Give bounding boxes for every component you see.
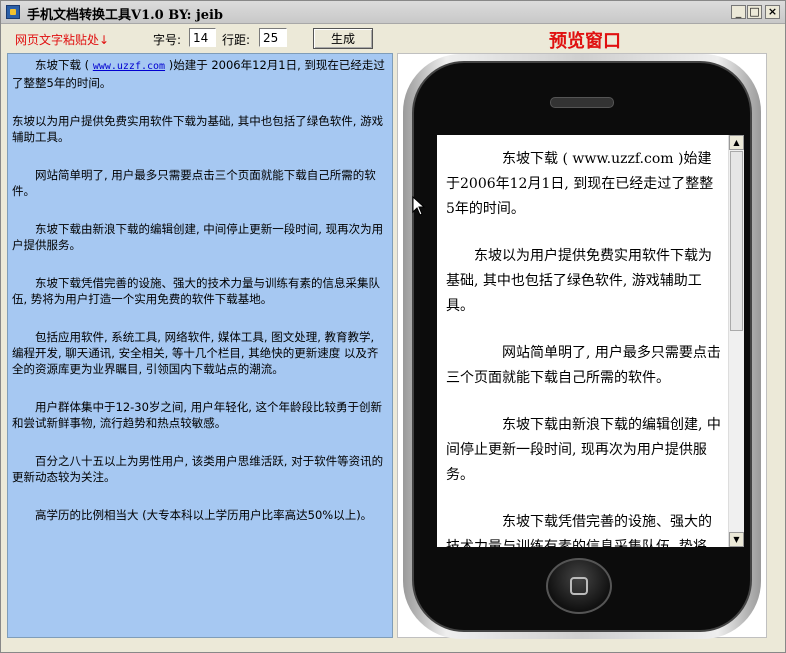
input-paragraph: 东坡下载由新浪下载的编辑创建, 中间停止更新一段时间, 现再次为用户提供服务。 <box>12 222 384 252</box>
home-square-icon <box>570 577 588 595</box>
mouse-cursor-icon <box>412 196 426 216</box>
paste-text-area[interactable]: 东坡下载 ( www.uzzf.com )始建于 2006年12月1日, 到现在… <box>7 53 393 638</box>
input-paragraph: 包括应用软件, 系统工具, 网络软件, 媒体工具, 图文处理, 教育教学, 编程… <box>12 330 379 376</box>
input-paragraph: 东坡以为用户提供免费实用软件下载为基础, 其中也包括了绿色软件, 游戏辅助工具。 <box>12 114 384 144</box>
scroll-up-arrow-icon[interactable]: ▲ <box>729 135 744 150</box>
preview-paragraph: 东坡下载由新浪下载的编辑创建, 中间停止更新一段时间, 现再次为用户提供服务。 <box>446 417 721 483</box>
close-button[interactable]: × <box>765 5 780 19</box>
app-window: 手机文档转换工具V1.0 BY: jeib _ □ × 网页文字粘贴处↓ 字号:… <box>0 0 786 653</box>
speaker-grille <box>550 97 614 108</box>
line-spacing-input[interactable] <box>259 28 287 47</box>
window-title: 手机文档转换工具V1.0 BY: jeib <box>27 8 223 23</box>
input-paragraph: 东坡下载凭借完善的设施、强大的技术力量与训练有素的信息采集队伍, 势将为用户打造… <box>12 276 380 306</box>
title-bar[interactable]: 手机文档转换工具V1.0 BY: jeib _ □ × <box>1 1 785 24</box>
input-text: 东坡下载 ( <box>35 58 93 72</box>
input-paragraph: 百分之八十五以上为男性用户, 该类用户思维活跃, 对于软件等资讯的更新动态较为关… <box>12 454 384 484</box>
preview-panel: 东坡下载 ( www.uzzf.com )始建于2006年12月1日, 到现在已… <box>397 53 767 639</box>
phone-body: 东坡下载 ( www.uzzf.com )始建于2006年12月1日, 到现在已… <box>412 61 752 632</box>
input-paragraph: 东坡下载 ( www.uzzf.com )始建于 2006年12月1日, 到现在… <box>12 57 388 91</box>
scroll-thumb[interactable] <box>730 151 743 331</box>
input-paragraph: 网站简单明了, 用户最多只需要点击三个页面就能下载自己所需的软件。 <box>12 168 376 198</box>
font-size-input[interactable] <box>189 28 216 47</box>
input-paragraph: 高学历的比例相当大 (大专本科以上学历用户比率高达50%以上)。 <box>35 508 373 522</box>
line-spacing-label: 行距: <box>222 33 251 47</box>
preview-paragraph: 东坡以为用户提供免费实用软件下载为基础, 其中也包括了绿色软件, 游戏辅助工具。 <box>446 248 712 314</box>
app-icon[interactable] <box>6 5 20 19</box>
preview-paragraph: 东坡下载凭借完善的设施、强大的技术力量与训练有素的信息采集队伍, 势将 <box>446 514 712 547</box>
preview-scrollbar[interactable]: ▲ ▼ <box>728 135 744 547</box>
paste-area-label: 网页文字粘贴处↓ <box>15 33 110 47</box>
input-paragraph: 用户群体集中于12-30岁之间, 用户年轻化, 这个年龄段比较勇于创新和尝试新鲜… <box>12 400 383 430</box>
preview-paragraph: 东坡下载 ( www.uzzf.com )始建于2006年12月1日, 到现在已… <box>446 151 714 217</box>
home-button[interactable] <box>546 558 612 614</box>
font-size-label: 字号: <box>153 33 182 47</box>
preview-paragraph: 网站简单明了, 用户最多只需要点击三个页面就能下载自己所需的软件。 <box>446 345 721 386</box>
maximize-button[interactable]: □ <box>747 5 762 19</box>
phone-frame: 东坡下载 ( www.uzzf.com )始建于2006年12月1日, 到现在已… <box>403 54 761 639</box>
preview-title: 预览窗口 <box>549 31 621 52</box>
preview-text: 东坡下载 ( www.uzzf.com )始建于2006年12月1日, 到现在已… <box>446 135 722 547</box>
minimize-button[interactable]: _ <box>731 5 746 19</box>
generate-button[interactable]: 生成 <box>313 28 373 49</box>
site-link[interactable]: www.uzzf.com <box>93 61 165 72</box>
scroll-down-arrow-icon[interactable]: ▼ <box>729 532 744 547</box>
phone-screen[interactable]: 东坡下载 ( www.uzzf.com )始建于2006年12月1日, 到现在已… <box>437 135 744 547</box>
